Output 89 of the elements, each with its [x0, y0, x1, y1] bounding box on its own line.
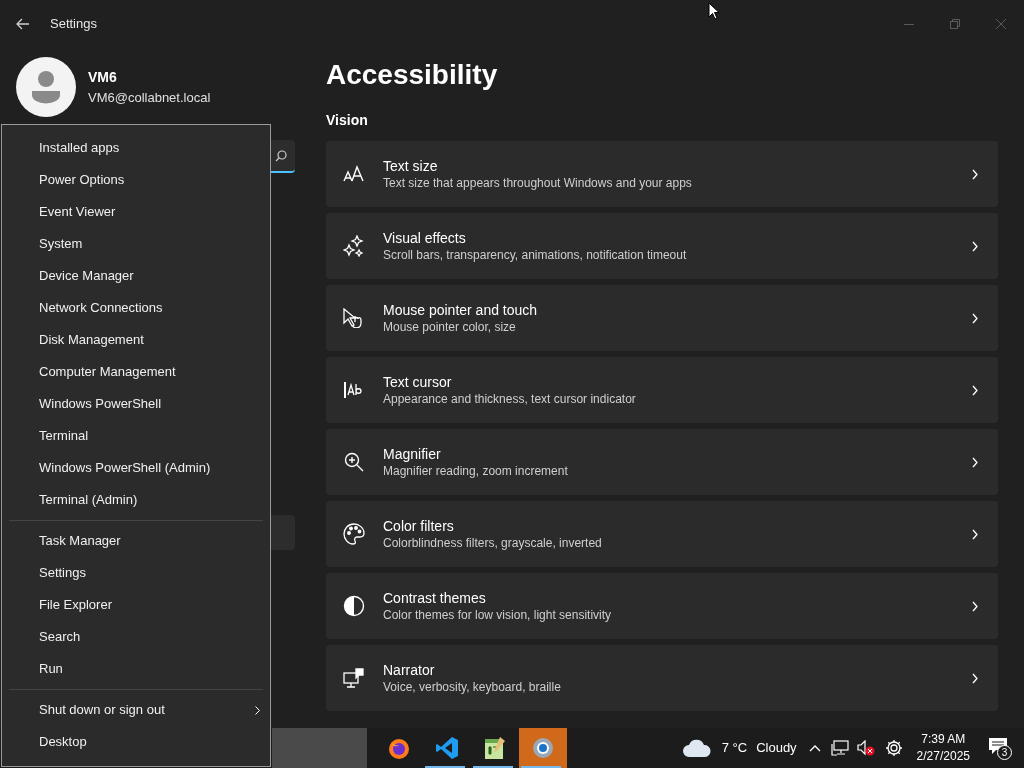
chevron-right-icon [972, 528, 978, 540]
network-icon[interactable] [830, 740, 849, 756]
account-email: VM6@collabnet.local [88, 88, 211, 107]
menu-item[interactable]: Shut down or sign out [2, 694, 270, 726]
chevron-right-icon [972, 312, 978, 324]
mouse-cursor-icon [708, 2, 720, 20]
window-title: Settings [50, 15, 97, 34]
running-indicator [473, 766, 513, 768]
clock-time: 7:39 AM [921, 731, 966, 748]
menu-item[interactable]: Installed apps [2, 132, 270, 164]
clock-date: 2/27/2025 [916, 748, 970, 765]
chevron-right-icon [972, 456, 978, 468]
menu-item[interactable]: Windows PowerShell [2, 388, 270, 420]
restore-icon[interactable] [950, 19, 960, 29]
card-title: Text size [383, 156, 439, 175]
card-title: Visual effects [383, 228, 467, 247]
pointer-hand-icon [343, 308, 365, 328]
menu-item[interactable]: Computer Management [2, 356, 270, 388]
menu-item[interactable]: Event Viewer [2, 196, 270, 228]
menu-item[interactable]: Task Manager [2, 525, 270, 557]
page-title: Accessibility [326, 58, 499, 92]
card-subtitle: Magnifier reading, zoom increment [383, 462, 568, 480]
card-subtitle: Mouse pointer color, size [383, 318, 517, 336]
settings-card[interactable]: Text size Text size that appears throughout Windows and your apps [326, 141, 998, 207]
card-subtitle: Scroll bars, transparency, animations, notification timeout [383, 246, 687, 264]
zoom-in-icon [344, 452, 364, 472]
contrast-icon [343, 595, 365, 617]
card-title: Contrast themes [383, 588, 487, 607]
menu-item[interactable]: Terminal (Admin) [2, 484, 270, 516]
running-indicator [425, 766, 465, 768]
menu-item[interactable]: Settings [2, 557, 270, 589]
menu-item[interactable]: Desktop [2, 726, 270, 758]
card-subtitle: Colorblindness filters, grayscale, inverted [383, 534, 602, 552]
narrator-icon [343, 667, 365, 689]
card-title: Text cursor [383, 372, 453, 391]
card-subtitle: Text size that appears throughout Windows and your apps [383, 174, 692, 192]
settings-card[interactable]: Color filters Colorblindness filters, grayscale, inverted [326, 501, 998, 567]
menu-item[interactable]: Terminal [2, 420, 270, 452]
text-cursor-icon [343, 381, 365, 399]
palette-icon [343, 523, 365, 545]
weather-temperature[interactable]: 7 °C [721, 738, 748, 758]
chevron-right-icon [972, 672, 978, 684]
chevron-right-icon [972, 600, 978, 612]
minimize-icon[interactable] [904, 23, 914, 25]
menu-item[interactable]: Power Options [2, 164, 270, 196]
settings-card[interactable]: Text cursor Appearance and thickness, text cursor indicator [326, 357, 998, 423]
muted-speaker-icon[interactable] [856, 740, 875, 756]
card-title: Color filters [383, 516, 455, 535]
search-icon [275, 149, 287, 162]
camera-app-icon [532, 737, 554, 759]
card-title: Magnifier [383, 444, 442, 463]
chevron-up-icon[interactable] [808, 744, 821, 752]
settings-card[interactable]: Magnifier Magnifier reading, zoom increment [326, 429, 998, 495]
clock[interactable]: 7:39 AM 2/27/2025 [916, 731, 970, 765]
menu-item[interactable]: Search [2, 621, 270, 653]
settings-icon[interactable] [884, 739, 903, 757]
menu-item[interactable]: Disk Management [2, 324, 270, 356]
card-subtitle: Voice, verbosity, keyboard, braille [383, 678, 561, 696]
chevron-right-icon [972, 384, 978, 396]
menu-item[interactable]: Network Connections [2, 292, 270, 324]
section-heading: Vision [326, 111, 369, 130]
account-name: VM6 [88, 67, 118, 87]
text-size-icon [343, 165, 365, 183]
close-icon[interactable] [996, 19, 1006, 29]
card-subtitle: Appearance and thickness, text cursor indicator [383, 390, 636, 408]
menu-item[interactable]: Device Manager [2, 260, 270, 292]
settings-card[interactable]: Mouse pointer and touch Mouse pointer color, size [326, 285, 998, 351]
chevron-right-icon [972, 240, 978, 252]
notification-badge: 3 [997, 745, 1012, 760]
back-arrow-icon[interactable] [16, 18, 30, 30]
menu-item[interactable]: Windows PowerShell (Admin) [2, 452, 270, 484]
menu-item[interactable]: System [2, 228, 270, 260]
card-title: Narrator [383, 660, 436, 679]
weather-condition[interactable]: Cloudy [756, 738, 797, 758]
settings-card[interactable]: Narrator Voice, verbosity, keyboard, braille [326, 645, 998, 711]
running-indicator [521, 766, 561, 768]
menu-item[interactable]: Run [2, 653, 270, 685]
cloud-icon [681, 738, 712, 758]
firefox-icon [387, 736, 411, 760]
sparkles-icon [343, 235, 365, 257]
card-title: Mouse pointer and touch [383, 300, 538, 319]
settings-card[interactable]: Contrast themes Color themes for low vision, light sensitivity [326, 573, 998, 639]
avatar-icon [16, 57, 76, 117]
card-subtitle: Color themes for low vision, light sensitivity [383, 606, 612, 624]
chevron-right-icon [972, 168, 978, 180]
menu-item[interactable]: File Explorer [2, 589, 270, 621]
code-editor-icon [435, 736, 459, 760]
settings-card[interactable]: Visual effects Scroll bars, transparency, animations, notification timeout [326, 213, 998, 279]
notepad-icon [484, 736, 506, 760]
